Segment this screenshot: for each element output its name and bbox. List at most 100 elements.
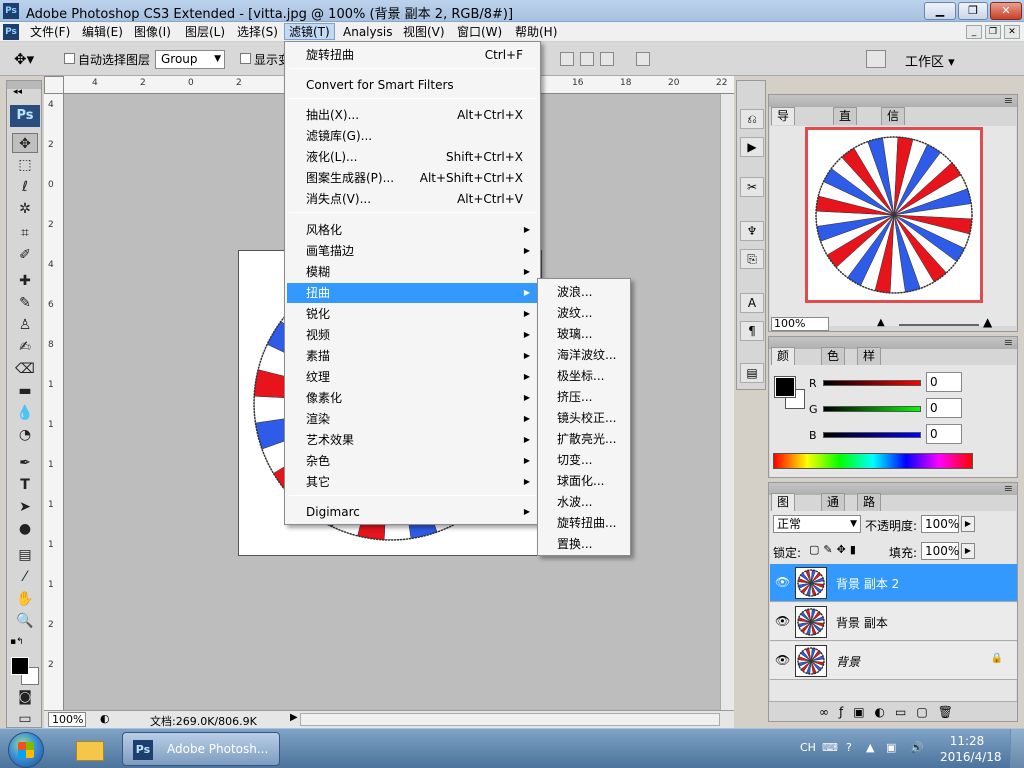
color-fg-swatch[interactable]	[774, 376, 796, 398]
layer-row[interactable]: 👁 背景 副本 2	[770, 564, 1017, 602]
move-tool-icon[interactable]: ✥▾	[14, 50, 34, 68]
blend-mode-select[interactable]: 正常 ▼	[773, 515, 861, 533]
help-icon[interactable]: ?	[846, 741, 852, 754]
vertical-scrollbar[interactable]	[720, 94, 734, 710]
filter-menu-item[interactable]: 视频 ▶	[287, 325, 538, 345]
menu-window[interactable]: 窗口(W)	[453, 24, 506, 41]
photoshop-logo[interactable]: Ps	[10, 105, 40, 127]
distribute-icon[interactable]	[636, 52, 650, 66]
distort-item-ocean-ripple[interactable]: 海洋波纹...	[540, 345, 628, 366]
fill-slider-arrow-icon[interactable]: ▶	[961, 543, 975, 559]
distort-item-twirl[interactable]: 旋转扭曲...	[540, 513, 628, 534]
navigator-zoom-slider[interactable]	[899, 324, 979, 326]
character-panel-icon[interactable]: A	[740, 293, 764, 313]
gradient-tool-icon[interactable]: ▬	[12, 381, 38, 401]
navigator-zoom-field[interactable]: 100%	[771, 317, 829, 331]
layer-row[interactable]: 👁 背景 🔒	[770, 642, 1017, 680]
align-center-icon[interactable]	[580, 52, 594, 66]
maximize-button[interactable]: ❐	[958, 2, 988, 20]
menu-edit[interactable]: 编辑(E)	[78, 24, 127, 41]
healing-brush-tool-icon[interactable]: ✚	[12, 271, 38, 291]
panel-menu-icon[interactable]: ≡	[1004, 482, 1013, 495]
filter-menu-item[interactable]: 液化(L)... Shift+Ctrl+X	[287, 147, 538, 167]
tab-layers[interactable]: 图层✕	[771, 493, 796, 543]
notes-tool-icon[interactable]: ▤	[12, 545, 38, 565]
tab-paths[interactable]: 路径	[857, 493, 882, 526]
quick-mask-icon[interactable]: ◙	[12, 687, 38, 707]
clone-source-icon[interactable]: ⎘	[740, 249, 764, 269]
menu-help[interactable]: 帮助(H)	[511, 24, 561, 41]
explorer-taskbar-button[interactable]	[72, 733, 108, 765]
distort-item-polar[interactable]: 极坐标...	[540, 366, 628, 387]
photoshop-taskbar-button[interactable]: Ps Adobe Photosh...	[122, 732, 280, 766]
slice-tool-icon[interactable]: ✐	[12, 245, 38, 265]
distort-item-lens[interactable]: 镜头校正...	[540, 408, 628, 429]
panel-grip[interactable]: ≡	[769, 482, 1017, 495]
filter-menu-item[interactable]: 艺术效果 ▶	[287, 430, 538, 450]
opacity-slider-arrow-icon[interactable]: ▶	[961, 516, 975, 532]
distort-item-pinch[interactable]: 挤压...	[540, 387, 628, 408]
eye-icon[interactable]: 👁	[775, 614, 790, 628]
align-right-icon[interactable]	[600, 52, 614, 66]
filter-menu-item[interactable]: 图案生成器(P)... Alt+Shift+Ctrl+X	[287, 168, 538, 188]
document-icon[interactable]: Ps	[3, 24, 19, 40]
path-selection-tool-icon[interactable]: ➤	[12, 497, 38, 517]
filter-menu-item[interactable]: 杂色 ▶	[287, 451, 538, 471]
menu-layer[interactable]: 图层(L)	[181, 24, 229, 41]
pen-tool-icon[interactable]: ✒	[12, 453, 38, 473]
history-panel-icon[interactable]: ⎌	[740, 109, 764, 129]
menu-filter[interactable]: 滤镜(T)	[284, 23, 335, 40]
filter-menu-item[interactable]: 素描 ▶	[287, 346, 538, 366]
hand-tool-icon[interactable]: ✋	[12, 589, 38, 609]
eraser-tool-icon[interactable]: ⌫	[12, 359, 38, 379]
navigator-preview[interactable]	[805, 127, 983, 303]
layer-row[interactable]: 👁 背景 副本	[770, 603, 1017, 641]
filter-menu-item[interactable]: 抽出(X)... Alt+Ctrl+X	[287, 105, 538, 125]
auto-select-checkbox[interactable]	[64, 53, 75, 64]
channel-b-slider[interactable]	[823, 432, 921, 438]
color-spectrum-bar[interactable]	[773, 453, 973, 469]
filter-menu-item[interactable]: 旋转扭曲 Ctrl+F	[287, 45, 538, 65]
filter-menu-item[interactable]: 消失点(V)... Alt+Ctrl+V	[287, 189, 538, 209]
filter-menu-item[interactable]: Convert for Smart Filters	[287, 75, 538, 95]
menu-file[interactable]: 文件(F)	[26, 24, 74, 41]
tab-styles[interactable]: 样式	[857, 347, 882, 380]
doc-restore-button[interactable]: ❐	[985, 25, 1001, 39]
filter-menu-item[interactable]: 纹理 ▶	[287, 367, 538, 387]
status-zoom-field[interactable]: 100%	[48, 712, 86, 727]
eyedropper-tool-icon[interactable]: ⁄	[12, 567, 38, 587]
status-info-icon[interactable]: ◐	[100, 712, 110, 725]
lock-options-icons[interactable]: ▢✎✥▮	[809, 543, 860, 556]
collapse-icon[interactable]: ◂◂	[13, 87, 22, 97]
channel-b-value[interactable]: 0	[926, 424, 962, 444]
distort-item-diffuse-glow[interactable]: 扩散亮光...	[540, 429, 628, 450]
menu-analysis[interactable]: Analysis	[339, 24, 396, 41]
zoom-in-icon[interactable]: ▲	[983, 315, 992, 329]
brush-tool-icon[interactable]: ✎	[12, 293, 38, 313]
volume-icon[interactable]: 🔊	[910, 741, 924, 754]
show-transform-checkbox[interactable]	[240, 53, 251, 64]
start-button[interactable]	[8, 732, 44, 768]
auto-select-target-select[interactable]: Group ▼	[155, 50, 225, 69]
vertical-ruler[interactable]: 4 2 0 2 4 6 8 1 1 1 1 1 1 2 2	[44, 94, 64, 710]
channel-r-slider[interactable]	[823, 380, 921, 386]
distort-item-zigzag[interactable]: 水波...	[540, 492, 628, 513]
panel-menu-icon[interactable]: ≡	[1004, 94, 1013, 107]
distort-item-ripple[interactable]: 波纹...	[540, 303, 628, 324]
opacity-field[interactable]: 100%	[921, 515, 959, 533]
tab-channels[interactable]: 通道	[821, 493, 846, 526]
panel-grip[interactable]: ≡	[769, 94, 1017, 107]
filter-menu-item[interactable]: 模糊 ▶	[287, 262, 538, 282]
distort-item-glass[interactable]: 玻璃...	[540, 324, 628, 345]
filter-menu-item[interactable]: 渲染 ▶	[287, 409, 538, 429]
history-brush-tool-icon[interactable]: ✍	[12, 337, 38, 357]
distort-item-spherize[interactable]: 球面化...	[540, 471, 628, 492]
foreground-color-swatch[interactable]	[11, 657, 29, 675]
status-menu-arrow-icon[interactable]: ▶	[290, 712, 298, 723]
default-colors-icon[interactable]: ▪↰	[10, 637, 24, 647]
layers-footer-icons[interactable]: ∞ƒ▣◐▭▢🗑	[769, 701, 1017, 721]
zoom-tool-icon[interactable]: 🔍	[12, 611, 38, 631]
doc-minimize-button[interactable]: _	[966, 25, 982, 39]
tab-histogram[interactable]: 直方图	[833, 107, 858, 157]
panel-menu-icon[interactable]: ≡	[1004, 336, 1013, 349]
